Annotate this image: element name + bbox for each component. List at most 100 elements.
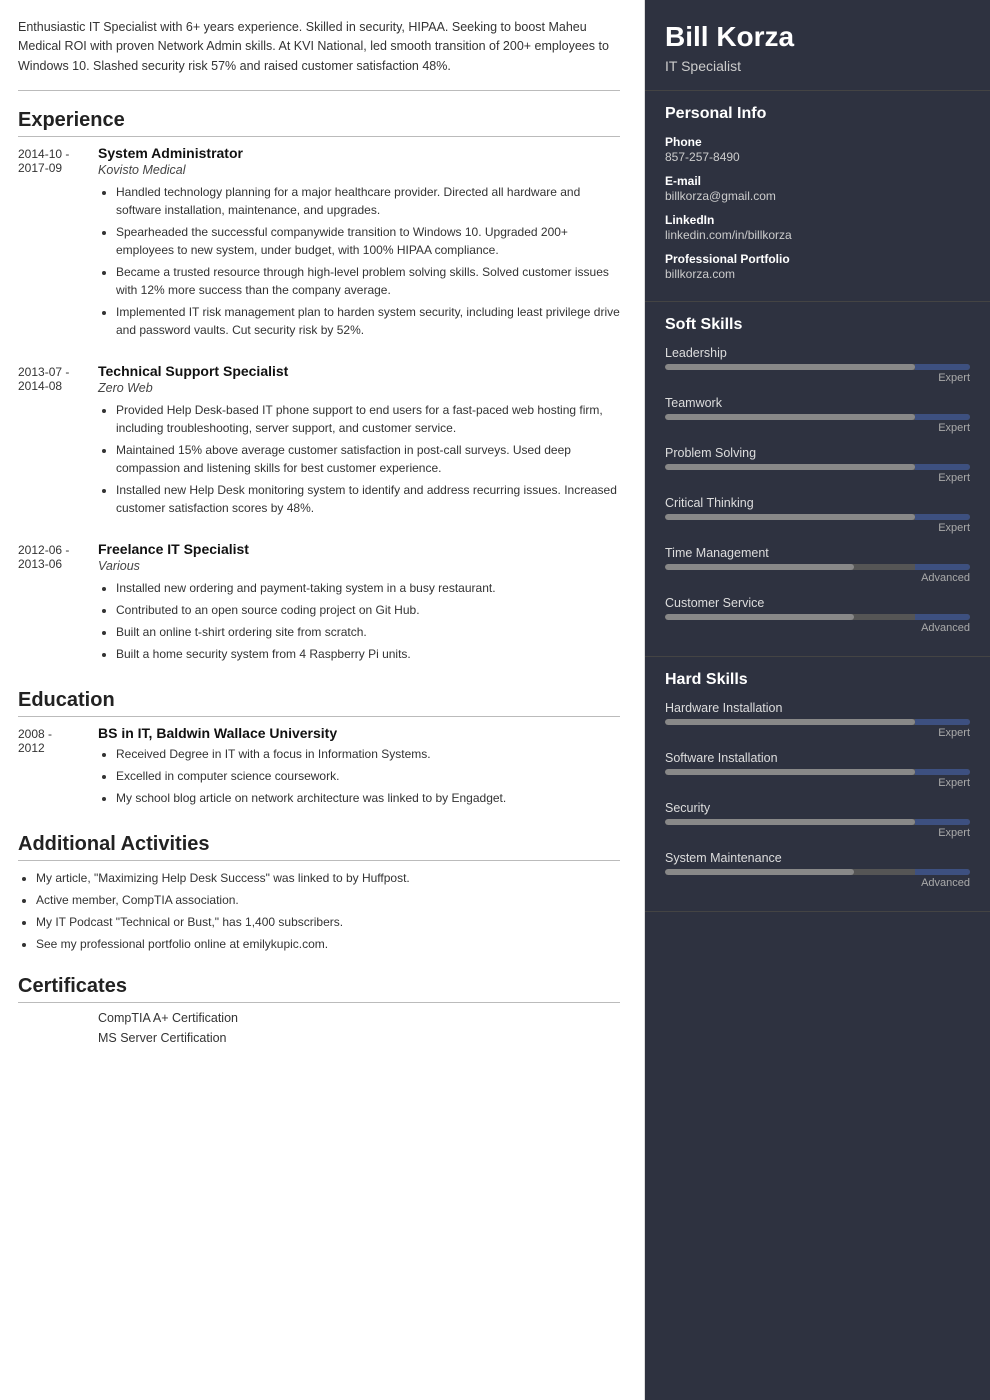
edu-bullet: Received Degree in IT with a focus in In… [116, 745, 620, 763]
exp-bullet: Handled technology planning for a major … [116, 183, 620, 219]
certificates-container: CompTIA A+ Certification MS Server Certif… [18, 1011, 620, 1045]
exp-company: Zero Web [98, 381, 620, 395]
exp-bullet: Installed new Help Desk monitoring syste… [116, 481, 620, 517]
exp-date: 2012-06 - 2013-06 [18, 541, 98, 667]
activity-item: See my professional portfolio online at … [36, 935, 620, 953]
skill-bar [665, 869, 970, 875]
certificates-section: Certificates CompTIA A+ Certification MS … [18, 975, 620, 1045]
info-value: billkorza.com [665, 267, 970, 281]
skill-bar-fill [665, 364, 915, 370]
exp-date: 2013-07 - 2014-08 [18, 363, 98, 521]
info-value: linkedin.com/in/billkorza [665, 228, 970, 242]
skill-name: Software Installation [665, 751, 970, 765]
activity-item: Active member, CompTIA association. [36, 891, 620, 909]
education-entry: 2008 - 2012BS in IT, Baldwin Wallace Uni… [18, 725, 620, 811]
skill-item: Time ManagementAdvanced [665, 546, 970, 584]
personal-info-section: Personal Info Phone857-257-8490E-mailbil… [645, 91, 990, 302]
activities-list: My article, "Maximizing Help Desk Succes… [18, 869, 620, 953]
info-label: Professional Portfolio [665, 252, 970, 266]
exp-title: Technical Support Specialist [98, 363, 620, 379]
skill-level: Expert [665, 522, 970, 534]
edu-title: BS in IT, Baldwin Wallace University [98, 725, 620, 741]
skill-bar [665, 564, 970, 570]
personal-info-item: Phone857-257-8490 [665, 135, 970, 164]
exp-content: System Administrator Kovisto Medical Handl… [98, 145, 620, 343]
skill-level: Expert [665, 422, 970, 434]
exp-bullet: Contributed to an open source coding pro… [116, 601, 620, 619]
activities-title: Additional Activities [18, 833, 620, 861]
activity-item: My article, "Maximizing Help Desk Succes… [36, 869, 620, 887]
certificate-item: CompTIA A+ Certification [18, 1011, 620, 1025]
exp-title: Freelance IT Specialist [98, 541, 620, 557]
personal-info-item: Professional Portfoliobillkorza.com [665, 252, 970, 281]
skill-name: Time Management [665, 546, 970, 560]
certificate-item: MS Server Certification [18, 1031, 620, 1045]
education-title: Education [18, 689, 620, 717]
education-container: 2008 - 2012BS in IT, Baldwin Wallace Uni… [18, 725, 620, 811]
exp-bullet: Maintained 15% above average customer sa… [116, 441, 620, 477]
skill-bar-fill [665, 464, 915, 470]
skill-name: System Maintenance [665, 851, 970, 865]
skill-bar-accent [915, 719, 970, 725]
skill-bar-fill [665, 869, 854, 875]
info-value: 857-257-8490 [665, 150, 970, 164]
exp-company: Various [98, 559, 620, 573]
skill-bar [665, 769, 970, 775]
skill-level: Expert [665, 777, 970, 789]
skill-item: LeadershipExpert [665, 346, 970, 384]
skill-bar-accent [915, 564, 970, 570]
exp-bullet: Spearheaded the successful companywide t… [116, 223, 620, 259]
personal-info-item: LinkedInlinkedin.com/in/billkorza [665, 213, 970, 242]
skill-bar [665, 364, 970, 370]
skill-bar-accent [915, 514, 970, 520]
skill-item: Problem SolvingExpert [665, 446, 970, 484]
exp-bullet: Built a home security system from 4 Rasp… [116, 645, 620, 663]
skill-name: Hardware Installation [665, 701, 970, 715]
skill-bar-accent [915, 869, 970, 875]
experience-section: Experience 2014-10 - 2017-09System Admin… [18, 109, 620, 667]
skill-name: Customer Service [665, 596, 970, 610]
edu-date: 2008 - 2012 [18, 725, 98, 811]
soft-skills-container: LeadershipExpertTeamworkExpertProblem So… [665, 346, 970, 634]
skill-name: Leadership [665, 346, 970, 360]
candidate-title: IT Specialist [665, 58, 970, 74]
exp-bullet: Provided Help Desk-based IT phone suppor… [116, 401, 620, 437]
skill-bar-fill [665, 614, 854, 620]
skill-name: Critical Thinking [665, 496, 970, 510]
skill-level: Expert [665, 727, 970, 739]
skill-bar-accent [915, 464, 970, 470]
hard-skills-section: Hard Skills Hardware InstallationExpertS… [645, 657, 990, 912]
info-label: LinkedIn [665, 213, 970, 227]
experience-entry: 2014-10 - 2017-09System AdministratorKov… [18, 145, 620, 343]
exp-company: Kovisto Medical [98, 163, 620, 177]
skill-item: Software Installation Expert [665, 751, 970, 789]
skill-item: Customer ServiceAdvanced [665, 596, 970, 634]
right-header: Bill Korza IT Specialist [645, 0, 990, 91]
edu-content: BS in IT, Baldwin Wallace University Rece… [98, 725, 620, 811]
skill-level: Advanced [665, 877, 970, 889]
experience-title: Experience [18, 109, 620, 137]
certificates-title: Certificates [18, 975, 620, 1003]
skill-item: Critical Thinking Expert [665, 496, 970, 534]
experience-entry: 2012-06 - 2013-06Freelance IT Specialist… [18, 541, 620, 667]
soft-skills-title: Soft Skills [665, 316, 970, 334]
skill-bar-fill [665, 414, 915, 420]
skill-bar [665, 614, 970, 620]
skill-bar-accent [915, 414, 970, 420]
skill-bar-accent [915, 364, 970, 370]
skill-bar [665, 819, 970, 825]
info-label: E-mail [665, 174, 970, 188]
exp-bullet: Built an online t-shirt ordering site fr… [116, 623, 620, 641]
skill-item: TeamworkExpert [665, 396, 970, 434]
hard-skills-container: Hardware InstallationExpertSoftware Inst… [665, 701, 970, 889]
exp-title: System Administrator [98, 145, 620, 161]
activities-section: Additional Activities My article, "Maxim… [18, 833, 620, 953]
skill-bar-fill [665, 514, 915, 520]
edu-bullet: My school blog article on network archit… [116, 789, 620, 807]
edu-bullet: Excelled in computer science coursework. [116, 767, 620, 785]
skill-name: Problem Solving [665, 446, 970, 460]
skill-bar [665, 514, 970, 520]
skill-level: Expert [665, 827, 970, 839]
right-panel: Bill Korza IT Specialist Personal Info P… [645, 0, 990, 1400]
exp-bullets: Installed new ordering and payment-takin… [98, 579, 620, 663]
